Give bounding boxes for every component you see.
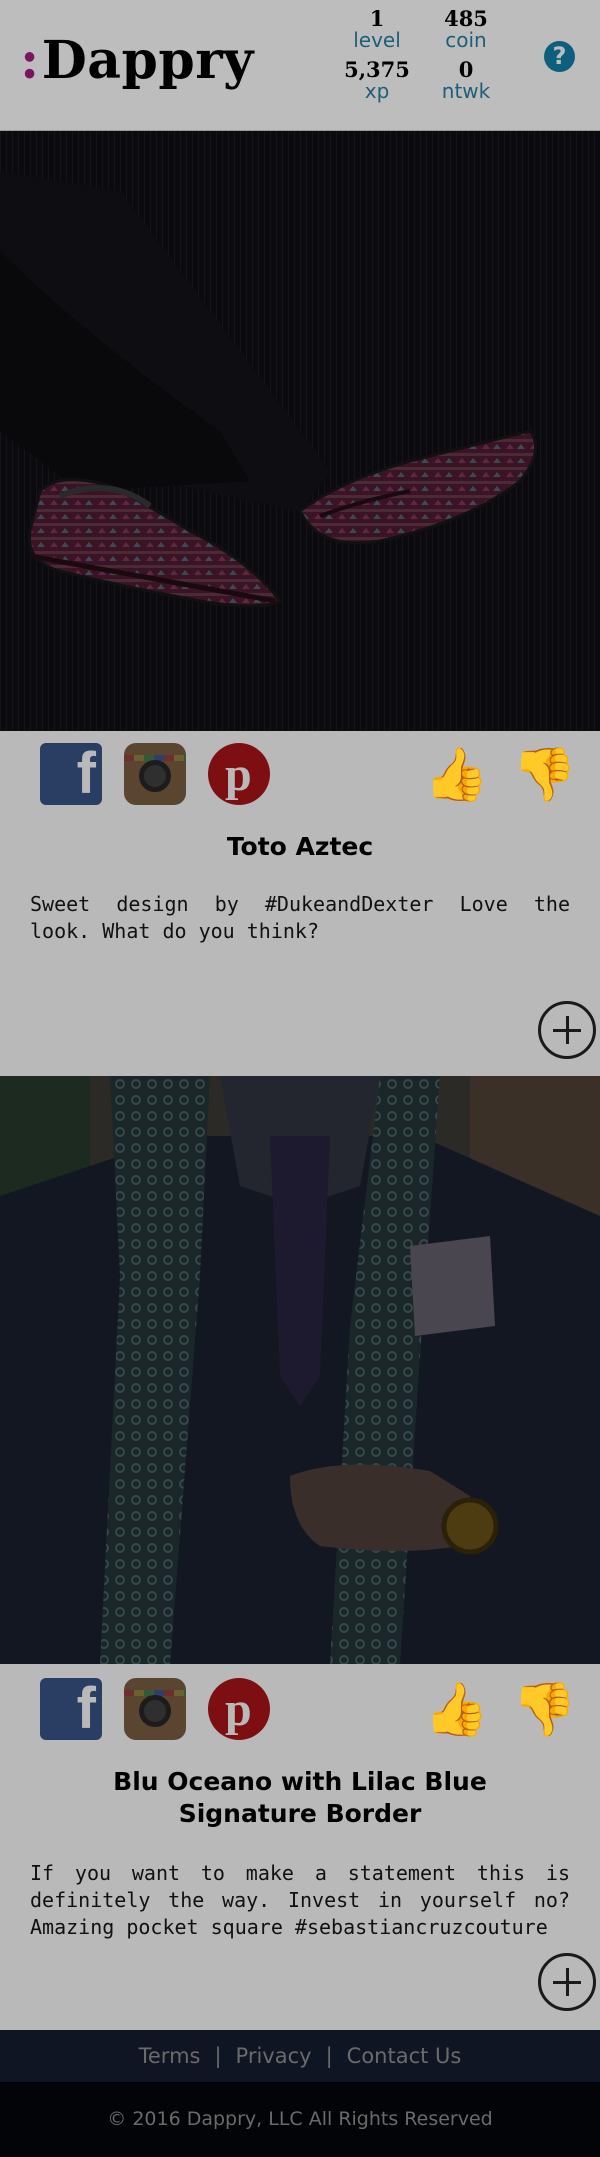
- stat-level: 1 level: [337, 6, 417, 52]
- coin-label: coin: [445, 28, 487, 52]
- ntwk-value: 0: [458, 57, 474, 82]
- dappry-logo[interactable]: :Dappry: [20, 30, 254, 91]
- xp-value: 5,375: [344, 57, 410, 82]
- terms-link[interactable]: Terms: [139, 2044, 201, 2068]
- pinterest-share-icon[interactable]: p: [208, 743, 270, 805]
- add-circle-icon[interactable]: [538, 1001, 596, 1059]
- footer-separator: |: [325, 2044, 333, 2068]
- instagram-share-icon[interactable]: [124, 1678, 186, 1740]
- thumbs-up-icon[interactable]: 👍: [424, 1680, 489, 1740]
- xp-label: xp: [364, 79, 390, 103]
- post-image-shoes[interactable]: [0, 131, 600, 731]
- thumbs-down-icon[interactable]: 👎: [512, 745, 577, 805]
- app-header: :Dappry 1 level 485 coin 5,375 xp 0 ntwk…: [0, 0, 600, 131]
- level-label: level: [353, 28, 401, 52]
- thumbs-down-icon[interactable]: 👎: [512, 1680, 577, 1740]
- post-image-scarf[interactable]: [0, 1076, 600, 1664]
- stat-xp: 5,375 xp: [337, 57, 417, 103]
- ntwk-label: ntwk: [441, 79, 491, 103]
- contact-us-link[interactable]: Contact Us: [347, 2044, 462, 2068]
- post-card-1: f p 👍 👎 Toto Aztec Sweet design by #Duke…: [0, 731, 600, 1076]
- thumbs-up-icon[interactable]: 👍: [424, 745, 489, 805]
- coin-value: 485: [444, 6, 488, 31]
- pinterest-share-icon[interactable]: p: [208, 1678, 270, 1740]
- shoe-photo-icon: [0, 131, 600, 731]
- stat-ntwk: 0 ntwk: [426, 57, 506, 103]
- privacy-link[interactable]: Privacy: [236, 2044, 312, 2068]
- post-description: Sweet design by #DukeandDexter Love the …: [30, 892, 570, 943]
- level-value: 1: [369, 6, 385, 31]
- help-icon[interactable]: ?: [544, 41, 575, 72]
- facebook-share-icon[interactable]: f: [40, 741, 102, 806]
- facebook-share-icon[interactable]: f: [40, 1676, 102, 1741]
- add-circle-icon[interactable]: [538, 1953, 596, 2011]
- footer-links: Terms | Privacy | Contact Us: [0, 2030, 600, 2082]
- post-description: If you want to make a statement this is …: [30, 1861, 570, 1939]
- stat-coin: 485 coin: [426, 6, 506, 52]
- scarf-photo-icon: [0, 1076, 600, 1664]
- post-title: Blu Oceano with Lilac Blue Signature Bor…: [113, 1767, 487, 1828]
- copyright-text: © 2016 Dappry, LLC All Rights Reserved: [0, 2082, 600, 2157]
- footer-separator: |: [214, 2044, 222, 2068]
- post-card-2: f p 👍 👎 Blu Oceano with Lilac Blue Signa…: [0, 1664, 600, 2030]
- post-title: Toto Aztec: [226, 832, 374, 861]
- instagram-share-icon[interactable]: [124, 743, 186, 805]
